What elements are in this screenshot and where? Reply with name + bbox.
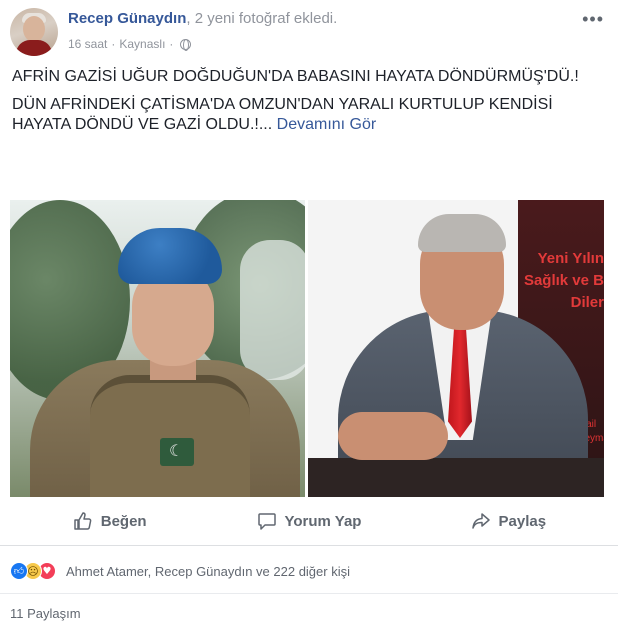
banner-line-2: Sağlık ve B — [523, 272, 604, 289]
comment-icon — [257, 513, 276, 530]
author-line: Recep Günaydın, 2 yeni fotoğraf ekledi. — [68, 10, 337, 27]
post-meta: 16 saat · Kaynaslı · — [68, 37, 192, 51]
post-location[interactable]: Kaynaslı — [119, 37, 165, 51]
share-label: Paylaş — [498, 512, 547, 530]
photo-banner-text: Yeni Yılın Sağlık ve B Diler — [508, 248, 604, 314]
banner-line-3: Diler — [570, 294, 604, 311]
reaction-icons: 👍︎ ☹ ♥ — [10, 562, 56, 580]
banner-line-1: Yeni Yılın — [537, 250, 604, 267]
see-more-link[interactable]: Devamını Gör — [277, 116, 377, 133]
meta-separator-2: · — [169, 37, 174, 51]
author-avatar[interactable] — [10, 8, 58, 56]
post-header: Recep Günaydın, 2 yeni fotoğraf ekledi. … — [10, 8, 610, 58]
photo-desk — [308, 458, 604, 497]
meta-separator: · — [111, 37, 116, 51]
avatar-face — [23, 16, 45, 42]
more-options-icon[interactable]: ••• — [582, 10, 604, 28]
like-button[interactable]: Beğen — [10, 511, 209, 531]
author-action: , 2 yeni fotoğraf ekledi. — [186, 10, 338, 27]
like-reaction-icon: 👍︎ — [10, 562, 28, 580]
facebook-post: Recep Günaydın, 2 yeni fotoğraf ekledi. … — [0, 0, 618, 626]
author-name[interactable]: Recep Günaydın — [68, 10, 186, 27]
photo-grid: Yeni Yılın Sağlık ve B Diler İsmail Süle… — [10, 200, 604, 497]
reactions-summary[interactable]: 👍︎ ☹ ♥ Ahmet Atamer, Recep Günaydın ve 2… — [10, 560, 350, 582]
man-hands — [338, 412, 448, 460]
man-hair — [418, 214, 506, 252]
post-paragraph-1: AFRİN GAZİSİ UĞUR DOĞDUĞUN'DA BABASINI H… — [12, 68, 579, 85]
post-time[interactable]: 16 saat — [68, 37, 107, 51]
avatar-shirt — [16, 40, 52, 56]
actions-divider — [0, 545, 618, 546]
like-label: Beğen — [100, 512, 147, 530]
comment-button[interactable]: Yorum Yap — [209, 511, 408, 531]
reactions-text[interactable]: Ahmet Atamer, Recep Günaydın ve 222 diğe… — [66, 564, 350, 579]
flag-patch — [160, 438, 194, 466]
reactions-divider — [0, 593, 618, 594]
photo-man-in-suit[interactable]: Yeni Yılın Sağlık ve B Diler İsmail Süle… — [308, 200, 604, 497]
photo-sky — [240, 240, 305, 380]
comment-label: Yorum Yap — [284, 512, 362, 530]
post-paragraph-2: DÜN AFRİNDEKİ ÇATİSMA'DA OMZUN'DAN YARAL… — [12, 95, 608, 135]
post-text: AFRİN GAZİSİ UĞUR DOĞDUĞUN'DA BABASINI H… — [12, 67, 608, 143]
photo-soldier[interactable] — [10, 200, 305, 497]
share-button[interactable]: Paylaş — [409, 511, 608, 531]
globe-icon[interactable] — [180, 38, 192, 51]
soldier-vest — [90, 375, 250, 497]
post-actions: Beğen Yorum Yap Paylaş — [10, 503, 608, 539]
soldier-beret — [118, 228, 222, 284]
thumbs-up-icon — [73, 512, 92, 530]
share-arrow-icon — [471, 513, 490, 529]
shares-count[interactable]: 11 Paylaşım — [10, 606, 81, 621]
